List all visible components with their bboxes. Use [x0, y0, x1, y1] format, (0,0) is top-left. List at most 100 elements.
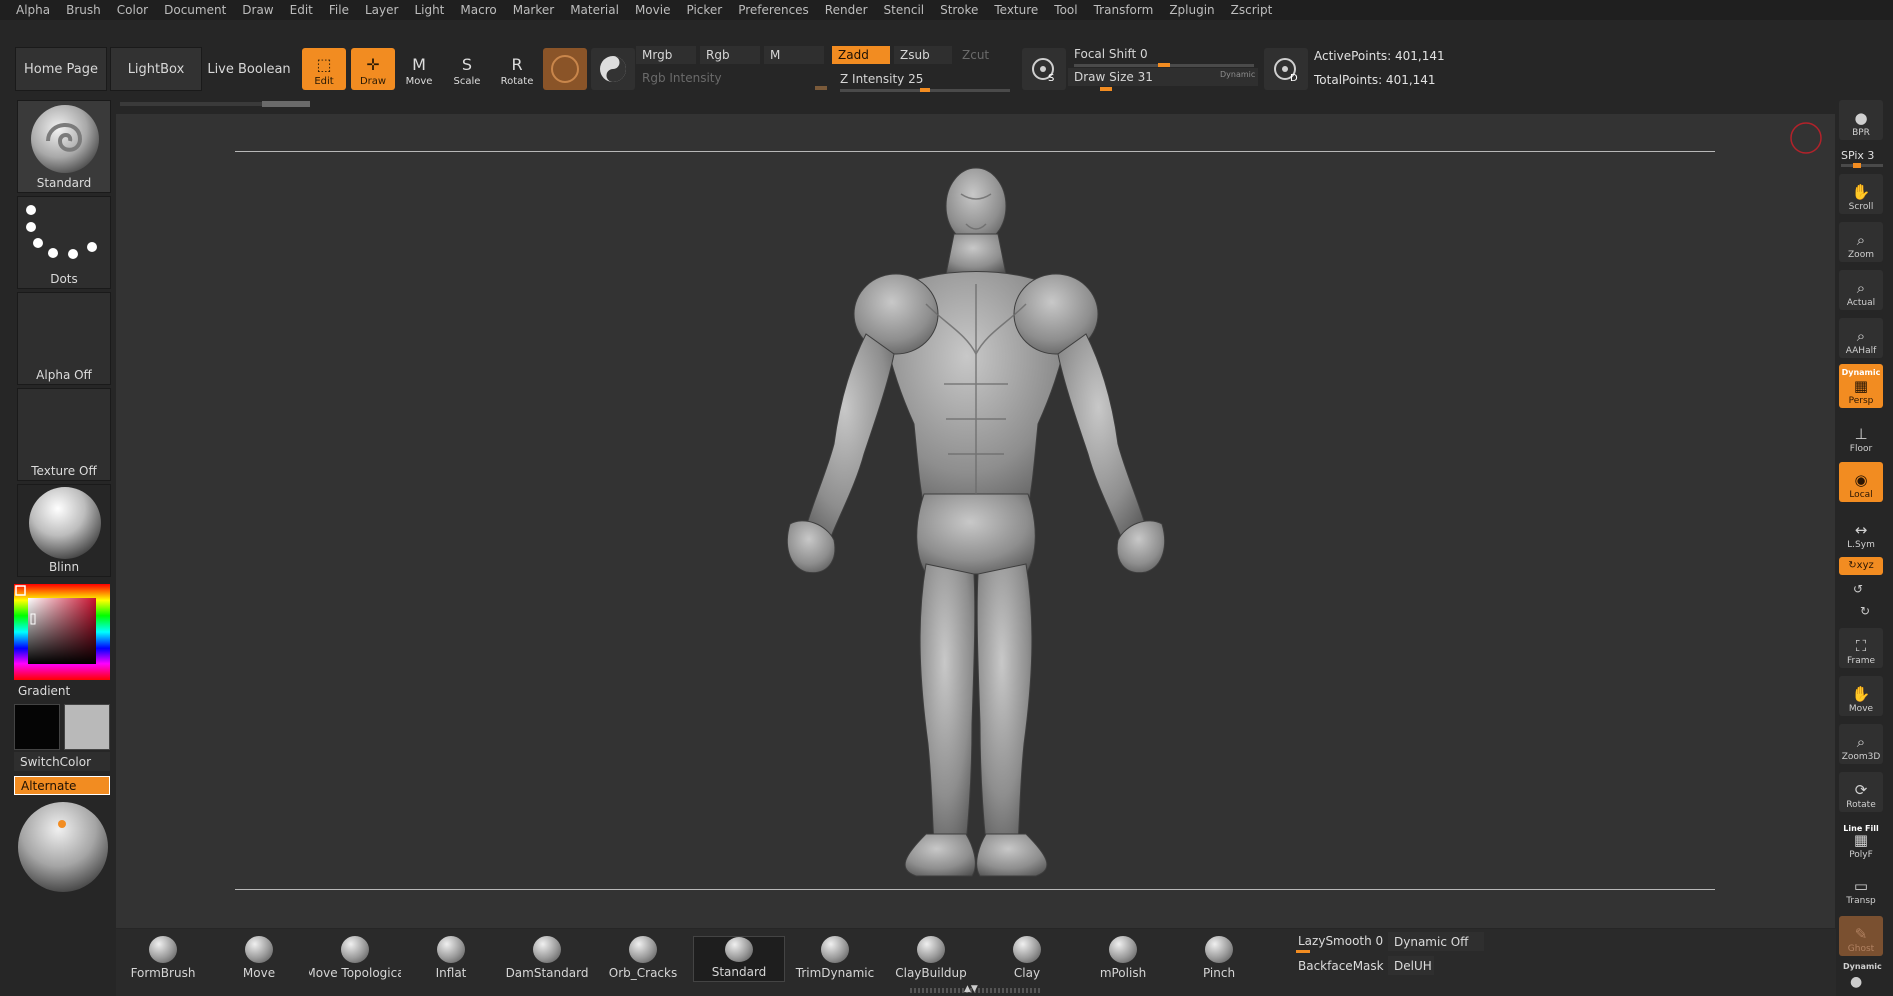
- rotate-z-icon[interactable]: ↻: [1860, 604, 1870, 618]
- switch-color-button[interactable]: SwitchColor: [14, 752, 110, 771]
- menu-stencil[interactable]: Stencil: [884, 3, 925, 17]
- dynamic-label[interactable]: Dynamic: [1220, 70, 1255, 79]
- transp-button[interactable]: ▭ Transp: [1839, 868, 1883, 908]
- menu-brush[interactable]: Brush: [66, 3, 101, 17]
- brush-thumbnail[interactable]: Standard: [17, 100, 111, 193]
- menu-zscript[interactable]: Zscript: [1231, 3, 1273, 17]
- dynamic-off-button[interactable]: Dynamic Off: [1388, 932, 1484, 951]
- brush-orb-cracks[interactable]: Orb_Cracks: [597, 936, 689, 982]
- menu-file[interactable]: File: [329, 3, 349, 17]
- menu-movie[interactable]: Movie: [635, 3, 671, 17]
- backface-mask-button[interactable]: BackfaceMask: [1292, 956, 1384, 975]
- brush-claybuildup[interactable]: ClayBuildup: [885, 936, 977, 982]
- scale-tool-button[interactable]: S Scale: [445, 48, 489, 90]
- menu-alpha[interactable]: Alpha: [16, 3, 50, 17]
- menu-layer[interactable]: Layer: [365, 3, 398, 17]
- material-swatch-button[interactable]: [543, 48, 587, 90]
- local-button[interactable]: ◉ Local: [1839, 462, 1883, 502]
- sym-d-button[interactable]: D: [1264, 48, 1308, 90]
- zsub-button[interactable]: Zsub: [894, 46, 952, 64]
- lazy-smooth-slider[interactable]: LazySmooth 0: [1292, 931, 1384, 950]
- rotate-y-icon[interactable]: ↺: [1853, 582, 1863, 596]
- menu-picker[interactable]: Picker: [686, 3, 722, 17]
- draw-button[interactable]: ✛ Draw: [351, 48, 395, 90]
- rotate-view-button[interactable]: ⟳ Rotate: [1839, 772, 1883, 812]
- polyf-button[interactable]: Line Fill ▦ PolyF: [1839, 820, 1883, 862]
- xyz-button[interactable]: ↻xyz: [1839, 557, 1883, 575]
- menu-macro[interactable]: Macro: [460, 3, 496, 17]
- menu-render[interactable]: Render: [825, 3, 868, 17]
- persp-button[interactable]: Dynamic ▦ Persp: [1839, 364, 1883, 408]
- menu-zplugin[interactable]: Zplugin: [1169, 3, 1214, 17]
- zcut-button[interactable]: Zcut: [956, 46, 1014, 64]
- move-view-button[interactable]: ✋ Move: [1839, 676, 1883, 716]
- menu-draw[interactable]: Draw: [242, 3, 273, 17]
- rgb-button[interactable]: Rgb: [700, 46, 760, 64]
- brush-formbrush[interactable]: FormBrush: [117, 936, 209, 982]
- menu-color[interactable]: Color: [117, 3, 148, 17]
- gizmo-toggle-button[interactable]: [591, 48, 635, 90]
- light-direction-sphere[interactable]: [16, 800, 110, 894]
- brush-clay[interactable]: Clay: [981, 936, 1073, 982]
- menu-tool[interactable]: Tool: [1054, 3, 1077, 17]
- draw-size-handle[interactable]: [1100, 87, 1112, 91]
- menu-edit[interactable]: Edit: [290, 3, 313, 17]
- stroke-thumbnail[interactable]: Dots: [17, 196, 111, 289]
- focal-shift-slider[interactable]: Focal Shift 0: [1068, 45, 1258, 63]
- rgb-intensity-handle[interactable]: [815, 86, 827, 90]
- deluh-button[interactable]: DelUH: [1388, 956, 1434, 975]
- brush-inflat[interactable]: Inflat: [405, 936, 497, 982]
- bottom-dynamic-label[interactable]: Dynamic: [1843, 962, 1882, 971]
- lsym-button[interactable]: ↔ L.Sym: [1839, 512, 1883, 552]
- spix-slider[interactable]: SPix 3: [1841, 149, 1874, 162]
- texture-thumbnail[interactable]: Texture Off: [17, 388, 111, 481]
- scroll-button[interactable]: ✋ Scroll: [1839, 174, 1883, 214]
- expand-arrow-icon[interactable]: ▲▼: [964, 984, 978, 994]
- zadd-button[interactable]: Zadd: [832, 46, 890, 64]
- scroll-thumb[interactable]: [262, 101, 310, 107]
- actual-button[interactable]: ⌕ Actual: [1839, 270, 1883, 310]
- menu-preferences[interactable]: Preferences: [738, 3, 809, 17]
- brush-standard[interactable]: Standard: [693, 936, 785, 982]
- material-thumbnail[interactable]: Blinn: [17, 484, 111, 577]
- move-tool-button[interactable]: M Move: [397, 48, 441, 90]
- brush-move[interactable]: Move: [213, 936, 305, 982]
- menu-stroke[interactable]: Stroke: [940, 3, 978, 17]
- sym-s-button[interactable]: S: [1022, 48, 1066, 90]
- lightbox-button[interactable]: LightBox: [110, 47, 202, 91]
- zoom-button[interactable]: ⌕ Zoom: [1839, 222, 1883, 262]
- ghost-button[interactable]: ✎ Ghost: [1839, 916, 1883, 956]
- rotate-tool-button[interactable]: R Rotate: [495, 48, 539, 90]
- menu-texture[interactable]: Texture: [994, 3, 1038, 17]
- character-model[interactable]: [776, 164, 1176, 884]
- rgb-intensity-slider[interactable]: Rgb Intensity: [636, 69, 826, 87]
- brush-move-topological[interactable]: Move Topologica: [309, 936, 401, 982]
- menu-document[interactable]: Document: [164, 3, 226, 17]
- live-boolean-button[interactable]: Live Boolean: [205, 47, 293, 91]
- brush-damstandard[interactable]: DamStandard: [501, 936, 593, 982]
- alpha-thumbnail[interactable]: Alpha Off: [17, 292, 111, 385]
- menu-material[interactable]: Material: [570, 3, 619, 17]
- frame-button[interactable]: ⛶ Frame: [1839, 628, 1883, 668]
- brush-pinch[interactable]: Pinch: [1173, 936, 1265, 982]
- solo-icon[interactable]: ●: [1850, 974, 1862, 990]
- brush-trimdynamic[interactable]: TrimDynamic: [789, 936, 881, 982]
- primary-color-swatch[interactable]: [14, 704, 60, 750]
- bpr-button[interactable]: ● BPR: [1839, 100, 1883, 140]
- canvas-viewport[interactable]: [116, 114, 1835, 928]
- floor-button[interactable]: ⊥ Floor: [1839, 416, 1883, 456]
- brush-mpolish[interactable]: mPolish: [1077, 936, 1169, 982]
- menu-marker[interactable]: Marker: [513, 3, 554, 17]
- m-button[interactable]: M: [764, 46, 824, 64]
- edit-button[interactable]: ⬚ Edit: [302, 48, 346, 90]
- zoom3d-button[interactable]: ⌕ Zoom3D: [1839, 724, 1883, 764]
- alternate-button[interactable]: Alternate: [14, 776, 110, 795]
- aahalf-button[interactable]: ⌕ AAHalf: [1839, 318, 1883, 358]
- menu-transform[interactable]: Transform: [1094, 3, 1154, 17]
- spix-handle[interactable]: [1853, 163, 1861, 168]
- secondary-color-swatch[interactable]: [64, 704, 110, 750]
- menu-light[interactable]: Light: [414, 3, 444, 17]
- z-intensity-handle[interactable]: [920, 88, 930, 92]
- color-picker[interactable]: [14, 584, 110, 680]
- mrgb-button[interactable]: Mrgb: [636, 46, 696, 64]
